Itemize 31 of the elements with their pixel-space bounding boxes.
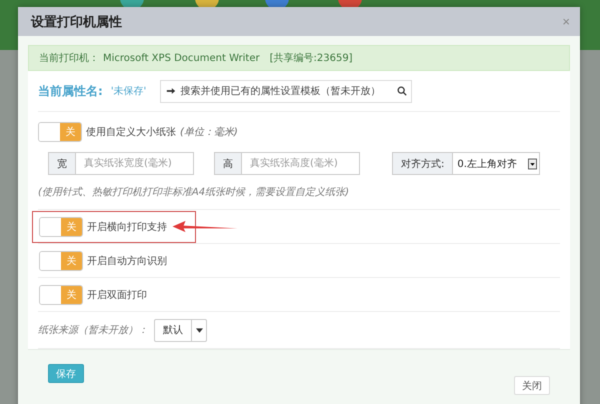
custom-paper-hint: (使用针式、热敏打印机打印非标准A4纸张时候，需要设置自定义纸张) <box>38 186 350 199</box>
template-search-field[interactable]: 搜索并使用已有的属性设置模板（暂未开放） <box>160 80 412 102</box>
paper-width-field[interactable]: 真实纸张宽度(毫米) <box>76 152 194 175</box>
toggle-switch[interactable]: 关 <box>39 250 83 270</box>
share-number: [共享编号:23659] <box>270 52 353 65</box>
paper-height-field[interactable]: 真实纸张高度(毫米) <box>242 152 360 175</box>
alignment-dropdown[interactable]: 对齐方式: 0.左上角对齐 <box>392 152 540 175</box>
save-button[interactable]: 保存 <box>48 364 84 383</box>
pointer-arrow <box>172 220 238 233</box>
unit-note: (单位：毫米) <box>180 126 238 139</box>
width-label: 宽 <box>48 152 76 175</box>
paper-source-label: 纸张来源（暂未开放）： <box>38 324 148 337</box>
close-button[interactable]: 关闭 <box>514 376 550 395</box>
option-label: 开启横向打印支持 <box>87 220 167 234</box>
toggle-switch[interactable]: 关 <box>38 122 82 142</box>
arrow-right-icon <box>166 86 176 96</box>
paper-source-dropdown[interactable]: 默认 <box>154 318 207 342</box>
custom-paper-label: 使用自定义大小纸张 <box>86 126 176 139</box>
option-label: 开启自动方向识别 <box>87 254 167 268</box>
profile-value: '未保存' <box>110 84 146 98</box>
dialog-title: 设置打印机属性 <box>31 14 122 30</box>
printer-name: Microsoft XPS Document Writer <box>103 52 260 64</box>
search-icon <box>397 86 408 96</box>
option-label: 开启双面打印 <box>87 288 147 302</box>
caret-icon <box>196 328 202 332</box>
height-label: 高 <box>214 152 242 175</box>
printer-label: 当前打印机： <box>39 52 99 65</box>
toggle-switch[interactable]: 关 <box>39 216 83 236</box>
toggle-switch[interactable]: 关 <box>39 284 83 304</box>
profile-label: 当前属性名: <box>38 82 103 100</box>
close-button[interactable]: × <box>560 15 572 28</box>
